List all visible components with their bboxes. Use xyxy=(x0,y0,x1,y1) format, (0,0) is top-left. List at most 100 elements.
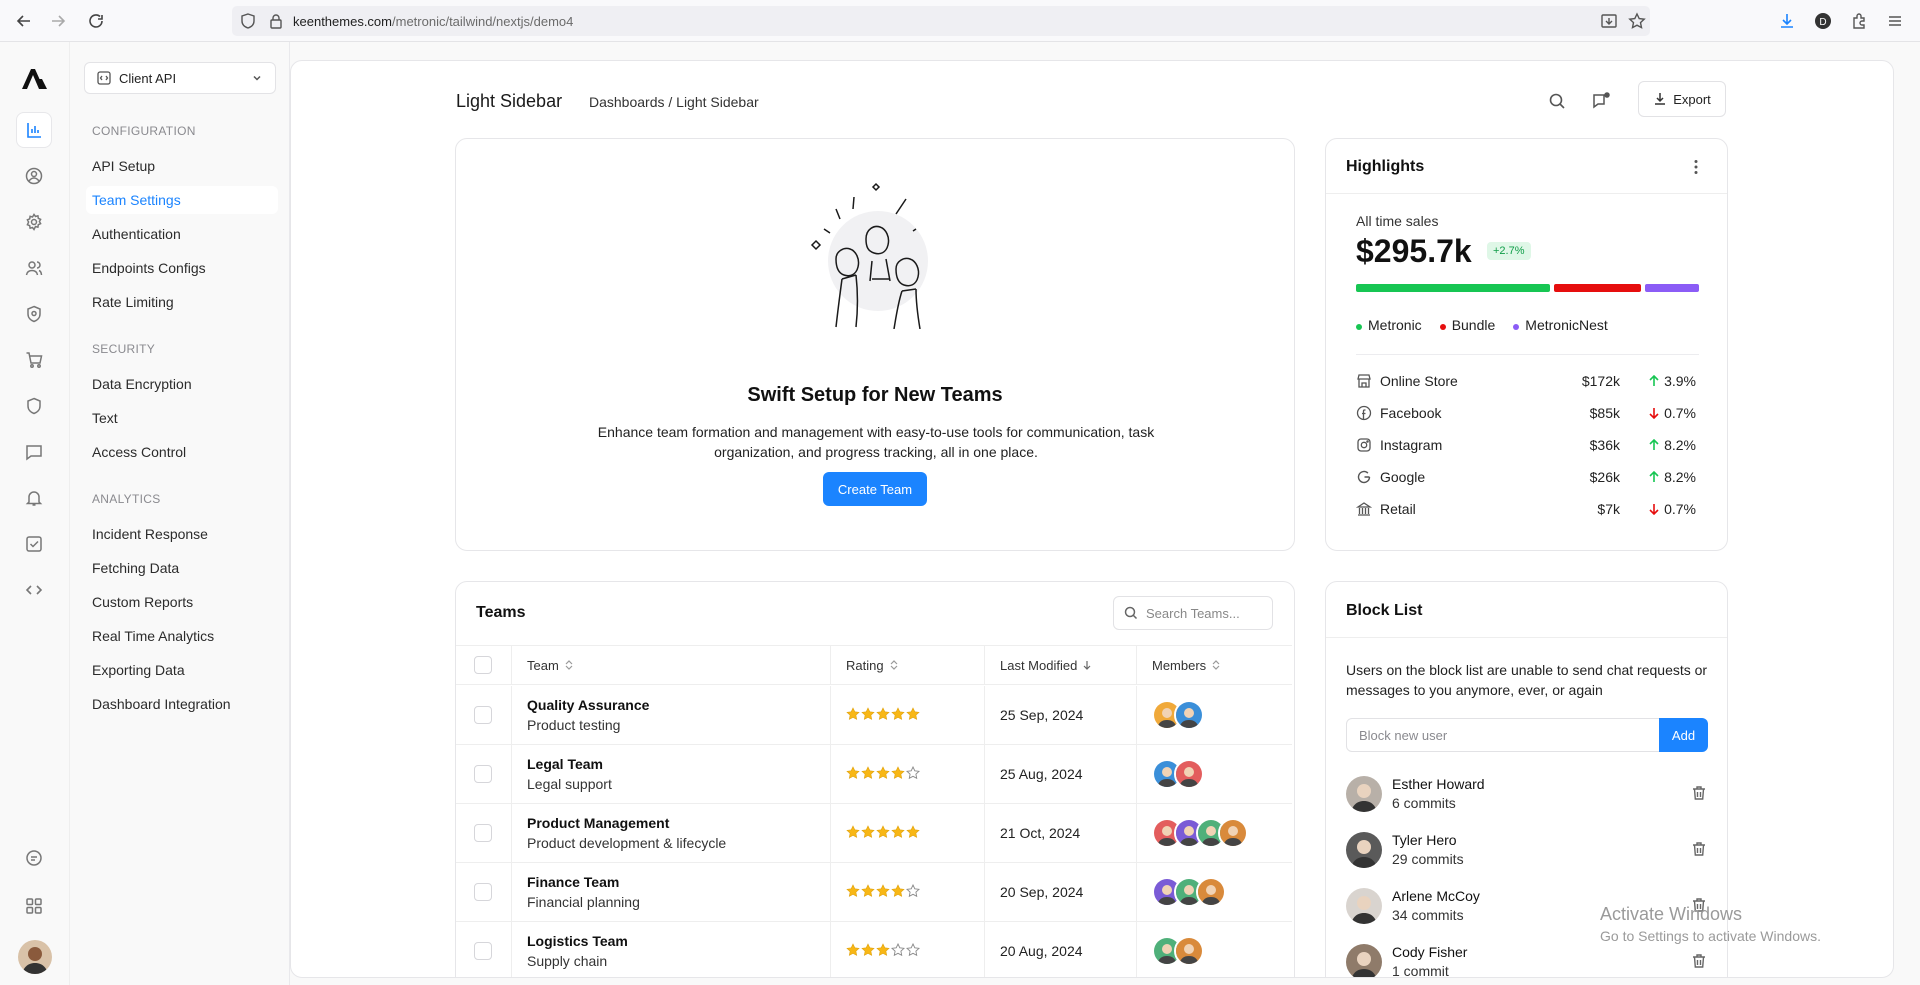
code-icon[interactable] xyxy=(22,578,46,602)
users-icon[interactable] xyxy=(22,256,46,280)
table-row[interactable]: Legal Team Legal support 25 Aug, 2024 xyxy=(456,745,1292,804)
block-list-header: Block List xyxy=(1326,582,1727,638)
column-header-rating[interactable]: Rating xyxy=(846,658,898,673)
growth-badge: +2.7% xyxy=(1487,242,1531,260)
icon-rail xyxy=(0,42,70,985)
extensions-icon[interactable] xyxy=(1850,12,1868,30)
sidebar-item-authentication[interactable]: Authentication xyxy=(86,220,278,248)
sidebar-item-incident-response[interactable]: Incident Response xyxy=(86,520,278,548)
team-name[interactable]: Legal Team xyxy=(527,756,603,772)
sidebar-item-data-encryption[interactable]: Data Encryption xyxy=(86,370,278,398)
last-modified: 25 Aug, 2024 xyxy=(1000,766,1083,782)
star-icon[interactable] xyxy=(1628,12,1646,30)
table-row[interactable]: Logistics Team Supply chain 20 Aug, 2024 xyxy=(456,922,1292,977)
trash-icon[interactable] xyxy=(1690,784,1708,802)
notification-icon[interactable] xyxy=(1588,88,1614,114)
trash-icon[interactable] xyxy=(1690,840,1708,858)
message-icon[interactable] xyxy=(22,440,46,464)
export-button[interactable]: Export xyxy=(1638,81,1726,117)
sidebar-item-text[interactable]: Text xyxy=(86,404,278,432)
sidebar-item-endpoints-configs[interactable]: Endpoints Configs xyxy=(86,254,278,282)
bell-icon[interactable] xyxy=(22,486,46,510)
sidebar-item-dashboard-integration[interactable]: Dashboard Integration xyxy=(86,690,278,718)
star-filled-icon xyxy=(891,766,905,780)
chart-icon[interactable] xyxy=(16,112,52,148)
highlight-row: Online Store $172k 3.9% xyxy=(1356,369,1696,393)
team-name[interactable]: Quality Assurance xyxy=(527,697,649,713)
table-row[interactable]: Finance Team Financial planning 20 Sep, 20… xyxy=(456,863,1292,922)
star-empty-icon xyxy=(891,943,905,957)
user-name: Tyler Hero xyxy=(1392,832,1457,848)
member-avatar[interactable] xyxy=(1196,877,1226,907)
page-save-icon[interactable] xyxy=(1600,12,1618,30)
sort-icon xyxy=(1212,660,1220,670)
sidebar-item-real-time-analytics[interactable]: Real Time Analytics xyxy=(86,622,278,650)
client-api-select[interactable]: Client API xyxy=(84,62,276,94)
highlights-card: Highlights All time sales $295.7k +2.7% … xyxy=(1325,138,1728,551)
search-teams-input[interactable]: Search Teams... xyxy=(1113,596,1273,630)
member-avatar[interactable] xyxy=(1218,818,1248,848)
column-header-team[interactable]: Team xyxy=(527,658,573,673)
create-team-button[interactable]: Create Team xyxy=(823,472,927,506)
star-filled-icon xyxy=(876,766,890,780)
table-row[interactable]: Product Management Product development & … xyxy=(456,804,1292,863)
download-icon[interactable] xyxy=(1778,12,1796,30)
download-icon xyxy=(1653,92,1667,106)
row-checkbox[interactable] xyxy=(474,706,492,724)
member-avatar[interactable] xyxy=(1174,700,1204,730)
bank-icon xyxy=(1356,501,1372,517)
members-group xyxy=(1152,759,1204,789)
row-checkbox[interactable] xyxy=(474,765,492,783)
shield-badge-icon[interactable] xyxy=(22,302,46,326)
star-filled-icon xyxy=(891,707,905,721)
star-filled-icon xyxy=(876,707,890,721)
sidebar-item-exporting-data[interactable]: Exporting Data xyxy=(86,656,278,684)
team-name[interactable]: Logistics Team xyxy=(527,933,628,949)
block-user-input[interactable]: Block new user xyxy=(1346,718,1661,752)
section-title-configuration: CONFIGURATION xyxy=(92,124,196,138)
row-checkbox[interactable] xyxy=(474,883,492,901)
sidebar-item-api-setup[interactable]: API Setup xyxy=(86,152,278,180)
chat-icon[interactable] xyxy=(22,846,46,870)
arrow-up-icon xyxy=(1648,439,1660,451)
row-checkbox[interactable] xyxy=(474,824,492,842)
logo-icon[interactable] xyxy=(20,64,50,94)
sidebar-item-custom-reports[interactable]: Custom Reports xyxy=(86,588,278,616)
table-row[interactable]: Quality Assurance Product testing 25 Sep, … xyxy=(456,686,1292,745)
member-avatar[interactable] xyxy=(1174,936,1204,966)
sidebar-item-fetching-data[interactable]: Fetching Data xyxy=(86,554,278,582)
menu-icon[interactable] xyxy=(1886,12,1904,30)
column-header-members[interactable]: Members xyxy=(1152,658,1220,673)
arrow-down-icon xyxy=(1648,503,1660,515)
select-all-checkbox[interactable] xyxy=(474,656,492,674)
gear-icon[interactable] xyxy=(22,210,46,234)
sidebar-item-rate-limiting[interactable]: Rate Limiting xyxy=(86,288,278,316)
reload-icon[interactable] xyxy=(86,11,106,31)
search-icon[interactable] xyxy=(1544,88,1570,114)
url-text[interactable]: keenthemes.com/metronic/tailwind/nextjs/… xyxy=(293,14,573,29)
trash-icon[interactable] xyxy=(1690,952,1708,970)
cart-icon[interactable] xyxy=(22,348,46,372)
back-icon[interactable] xyxy=(14,11,34,31)
user-circle-icon[interactable] xyxy=(22,164,46,188)
member-avatar[interactable] xyxy=(1174,759,1204,789)
star-filled-icon xyxy=(906,825,920,839)
team-name[interactable]: Finance Team xyxy=(527,874,619,890)
sidebar-item-access-control[interactable]: Access Control xyxy=(86,438,278,466)
more-vertical-icon[interactable] xyxy=(1686,157,1706,177)
block-list-title: Block List xyxy=(1346,602,1423,619)
check-square-icon[interactable] xyxy=(22,532,46,556)
column-header-last-modified[interactable]: Last Modified xyxy=(1000,658,1091,673)
members-group xyxy=(1152,936,1204,966)
add-button[interactable]: Add xyxy=(1659,718,1708,752)
shield-icon[interactable] xyxy=(22,394,46,418)
star-filled-icon xyxy=(846,884,860,898)
arrow-up-icon xyxy=(1648,375,1660,387)
team-name[interactable]: Product Management xyxy=(527,815,669,831)
grid-icon[interactable] xyxy=(22,894,46,918)
sidebar-item-team-settings[interactable]: Team Settings xyxy=(86,186,278,214)
forward-icon[interactable] xyxy=(48,11,68,31)
row-checkbox[interactable] xyxy=(474,942,492,960)
avatar[interactable] xyxy=(18,940,52,974)
profile-icon[interactable]: D xyxy=(1814,12,1832,30)
